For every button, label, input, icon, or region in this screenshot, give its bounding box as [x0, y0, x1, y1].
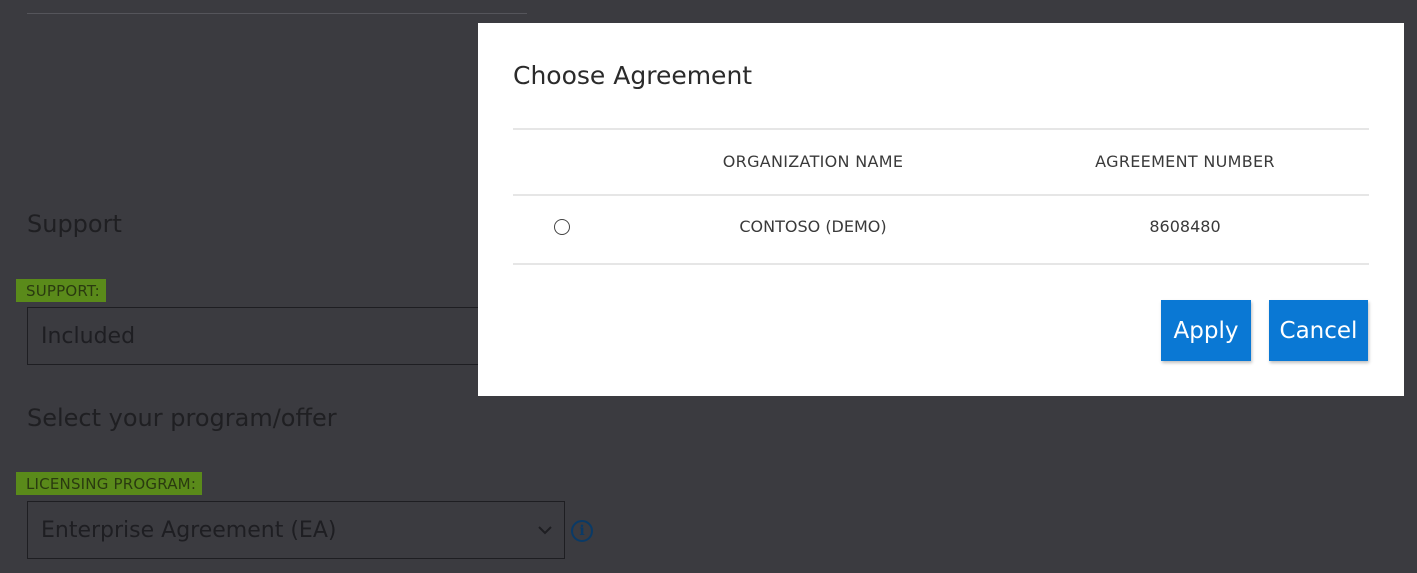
- support-field: Included: [27, 307, 487, 365]
- table-top-divider: [513, 128, 1369, 130]
- program-heading: Select your program/offer: [27, 404, 337, 432]
- agreement-radio-button[interactable]: [554, 219, 570, 235]
- divider: [27, 13, 527, 14]
- chevron-down-icon: [536, 502, 554, 573]
- support-value: Included: [41, 324, 136, 349]
- support-heading: Support: [27, 210, 122, 238]
- agreement-number-cell: 8608480: [1149, 217, 1221, 236]
- licensing-program-label: LICENSING PROGRAM:: [16, 472, 203, 495]
- table-bottom-divider: [513, 263, 1369, 265]
- column-header-organization-name: ORGANIZATION NAME: [722, 152, 904, 171]
- cancel-button[interactable]: Cancel: [1269, 300, 1368, 361]
- licensing-program-value: Enterprise Agreement (EA): [41, 518, 337, 543]
- support-label: SUPPORT:: [16, 279, 106, 302]
- table-header-divider: [513, 194, 1369, 196]
- info-icon: i: [571, 520, 593, 542]
- choose-agreement-dialog: Choose Agreement ORGANIZATION NAME AGREE…: [478, 23, 1404, 396]
- page: Support SUPPORT: Included Select your pr…: [0, 0, 1417, 573]
- apply-button[interactable]: Apply: [1161, 300, 1251, 361]
- licensing-program-select: Enterprise Agreement (EA): [27, 501, 565, 559]
- column-header-agreement-number: AGREEMENT NUMBER: [1095, 152, 1275, 171]
- organization-name-cell: CONTOSO (DEMO): [739, 217, 887, 236]
- dialog-title: Choose Agreement: [513, 61, 753, 90]
